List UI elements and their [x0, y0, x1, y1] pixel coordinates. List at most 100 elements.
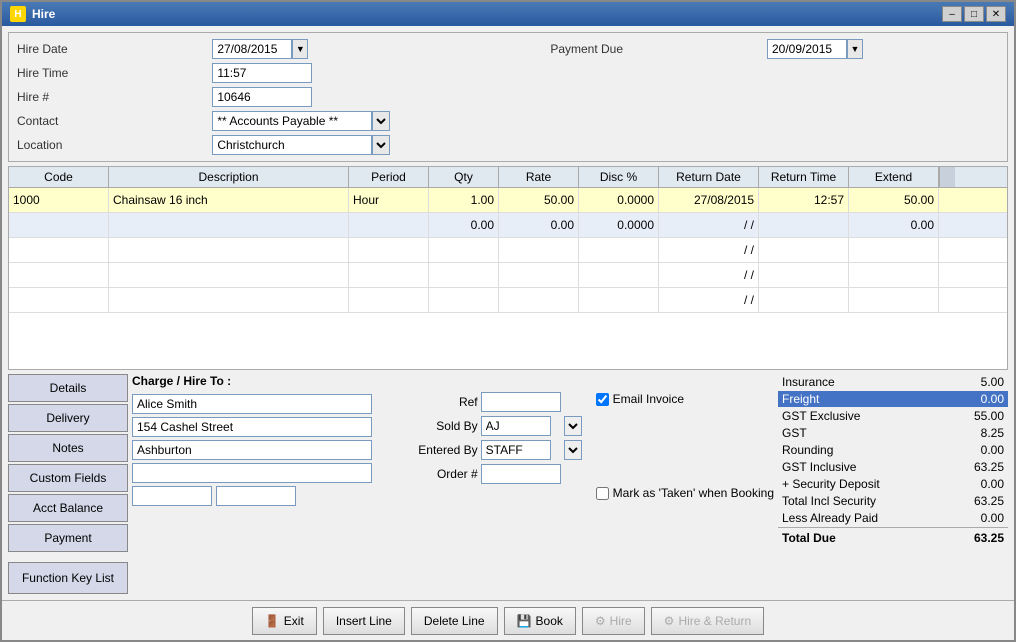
delivery-button[interactable]: Delivery: [8, 404, 128, 432]
email-invoice-checkbox[interactable]: [596, 393, 609, 406]
charge-line3[interactable]: [132, 440, 372, 460]
table-row[interactable]: / /: [9, 238, 1007, 263]
main-window: H Hire – □ ✕ Hire Date ▼ Payment Due ▼ H…: [0, 0, 1016, 642]
cell-return-time: [759, 288, 849, 312]
mark-taken-checkbox[interactable]: [596, 487, 609, 500]
cell-qty: 1.00: [429, 188, 499, 212]
cell-return-date: / /: [659, 288, 759, 312]
hire-return-button[interactable]: ⚙ Hire & Return: [651, 607, 764, 635]
sold-by-input[interactable]: [481, 416, 551, 436]
cell-description: [109, 213, 349, 237]
charge-line4[interactable]: [132, 463, 372, 483]
table-row[interactable]: 1000 Chainsaw 16 inch Hour 1.00 50.00 0.…: [9, 188, 1007, 213]
table-row[interactable]: / /: [9, 288, 1007, 313]
table-row[interactable]: / /: [9, 263, 1007, 288]
bottom-section: Details Delivery Notes Custom Fields Acc…: [8, 374, 1008, 594]
cell-rate: 50.00: [499, 188, 579, 212]
hire-date-field[interactable]: ▼: [212, 39, 526, 59]
ref-input[interactable]: [481, 392, 561, 412]
cell-description: [109, 263, 349, 287]
entered-by-dropdown[interactable]: [564, 440, 582, 460]
security-deposit-label: + Security Deposit: [782, 477, 880, 491]
mark-taken-label: Mark as 'Taken' when Booking: [613, 486, 774, 500]
cell-qty: [429, 238, 499, 262]
details-button[interactable]: Details: [8, 374, 128, 402]
cell-period: [349, 288, 429, 312]
ref-label: Ref: [408, 395, 478, 409]
total-due-value: 63.25: [944, 531, 1004, 545]
total-incl-security-row: Total Incl Security 63.25: [778, 493, 1008, 509]
app-icon: H: [10, 6, 26, 22]
delete-line-button[interactable]: Delete Line: [411, 607, 498, 635]
insert-line-label: Insert Line: [336, 614, 392, 628]
payment-button[interactable]: Payment: [8, 524, 128, 552]
charge-region[interactable]: [216, 486, 296, 506]
payment-due-input[interactable]: [767, 39, 847, 59]
ref-section: Ref Sold By Entered By Order #: [408, 392, 582, 594]
contact-input[interactable]: [212, 111, 372, 131]
exit-button[interactable]: 🚪 Exit: [252, 607, 317, 635]
cell-period: [349, 263, 429, 287]
book-button[interactable]: 💾 Book: [504, 607, 576, 635]
acct-balance-button[interactable]: Acct Balance: [8, 494, 128, 522]
table-row[interactable]: 0.00 0.00 0.0000 / / 0.00: [9, 213, 1007, 238]
payment-due-picker[interactable]: ▼: [847, 39, 863, 59]
charge-line1[interactable]: [132, 394, 372, 414]
cell-return-time: 12:57: [759, 188, 849, 212]
cell-return-time: [759, 238, 849, 262]
maximize-button[interactable]: □: [964, 6, 984, 22]
security-deposit-row: + Security Deposit 0.00: [778, 476, 1008, 492]
delete-line-label: Delete Line: [424, 614, 485, 628]
order-input[interactable]: [481, 464, 561, 484]
cell-code: [9, 288, 109, 312]
sold-by-dropdown[interactable]: [564, 416, 582, 436]
hire-button[interactable]: ⚙ Hire: [582, 607, 645, 635]
payment-due-field[interactable]: ▼: [767, 39, 999, 59]
freight-label: Freight: [782, 392, 819, 406]
entered-by-input[interactable]: [481, 440, 551, 460]
entered-by-label: Entered By: [408, 443, 478, 457]
cell-description: Chainsaw 16 inch: [109, 188, 349, 212]
hire-date-picker[interactable]: ▼: [292, 39, 308, 59]
location-field[interactable]: [212, 135, 526, 155]
cell-extend: 0.00: [849, 213, 939, 237]
top-form: Hire Date ▼ Payment Due ▼ Hire Time Hire…: [8, 32, 1008, 162]
cell-disc: [579, 288, 659, 312]
hire-num-input[interactable]: [212, 87, 312, 107]
sold-by-label: Sold By: [408, 419, 478, 433]
cell-extend: [849, 263, 939, 287]
hire-time-input[interactable]: [212, 63, 312, 83]
gst-row: GST 8.25: [778, 425, 1008, 441]
location-input[interactable]: [212, 135, 372, 155]
hire-date-input[interactable]: [212, 39, 292, 59]
email-invoice-label: Email Invoice: [613, 392, 684, 406]
charge-postcode[interactable]: [132, 486, 212, 506]
function-key-list-button[interactable]: Function Key List: [8, 562, 128, 594]
cell-extend: 50.00: [849, 188, 939, 212]
charge-line2[interactable]: [132, 417, 372, 437]
cell-period: [349, 238, 429, 262]
col-qty: Qty: [429, 167, 499, 187]
cell-extend: [849, 288, 939, 312]
insert-line-button[interactable]: Insert Line: [323, 607, 405, 635]
close-button[interactable]: ✕: [986, 6, 1006, 22]
charge-title: Charge / Hire To :: [132, 374, 404, 388]
contact-field[interactable]: [212, 111, 526, 131]
custom-fields-button[interactable]: Custom Fields: [8, 464, 128, 492]
cell-return-date: / /: [659, 213, 759, 237]
cell-disc: 0.0000: [579, 188, 659, 212]
cell-return-time: [759, 263, 849, 287]
cell-return-date: / /: [659, 263, 759, 287]
insurance-row: Insurance 5.00: [778, 374, 1008, 390]
cell-qty: 0.00: [429, 213, 499, 237]
cell-extend: [849, 238, 939, 262]
notes-button[interactable]: Notes: [8, 434, 128, 462]
payment-due-label: Payment Due: [550, 42, 759, 56]
contact-dropdown[interactable]: [372, 111, 390, 131]
cell-rate: [499, 238, 579, 262]
minimize-button[interactable]: –: [942, 6, 962, 22]
book-label: Book: [536, 614, 563, 628]
gst-label: GST: [782, 426, 807, 440]
hire-return-label: Hire & Return: [678, 614, 751, 628]
location-dropdown[interactable]: [372, 135, 390, 155]
